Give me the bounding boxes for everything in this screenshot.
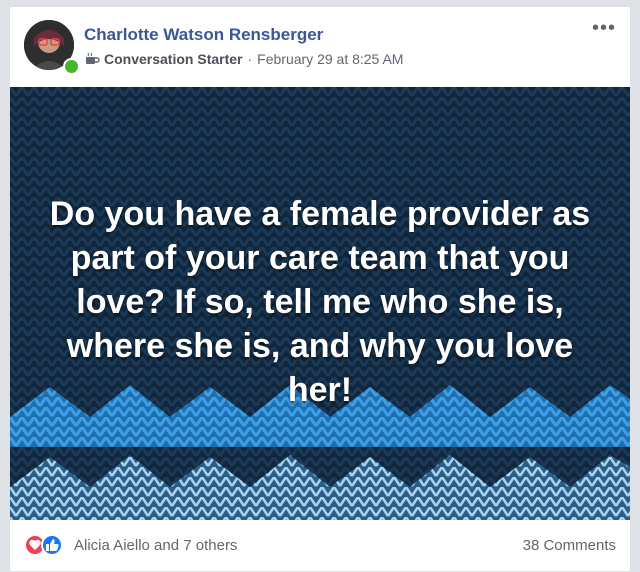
post-message: Do you have a female provider as part of… bbox=[49, 195, 591, 409]
online-status-dot bbox=[63, 58, 80, 75]
author-name[interactable]: Charlotte Watson Rensberger bbox=[84, 25, 323, 45]
post-header: Charlotte Watson Rensberger Conversation… bbox=[10, 7, 630, 87]
comments-count[interactable]: 38 Comments bbox=[523, 537, 616, 554]
more-options-icon[interactable]: ••• bbox=[592, 18, 616, 38]
meta-separator: · bbox=[247, 51, 253, 67]
post-image[interactable]: Do you have a female provider as part of… bbox=[10, 87, 630, 520]
coffee-cup-icon bbox=[84, 52, 100, 66]
reaction-icons[interactable] bbox=[24, 534, 72, 556]
reactions-summary[interactable]: Alicia Aiello and 7 others bbox=[74, 537, 237, 554]
post-timestamp[interactable]: February 29 at 8:25 AM bbox=[257, 51, 403, 67]
post-meta: Conversation Starter · February 29 at 8:… bbox=[84, 51, 403, 67]
post-card: Charlotte Watson Rensberger Conversation… bbox=[9, 6, 631, 572]
post-footer: Alicia Aiello and 7 others 38 Comments bbox=[10, 520, 630, 571]
badge-label: Conversation Starter bbox=[104, 51, 243, 67]
